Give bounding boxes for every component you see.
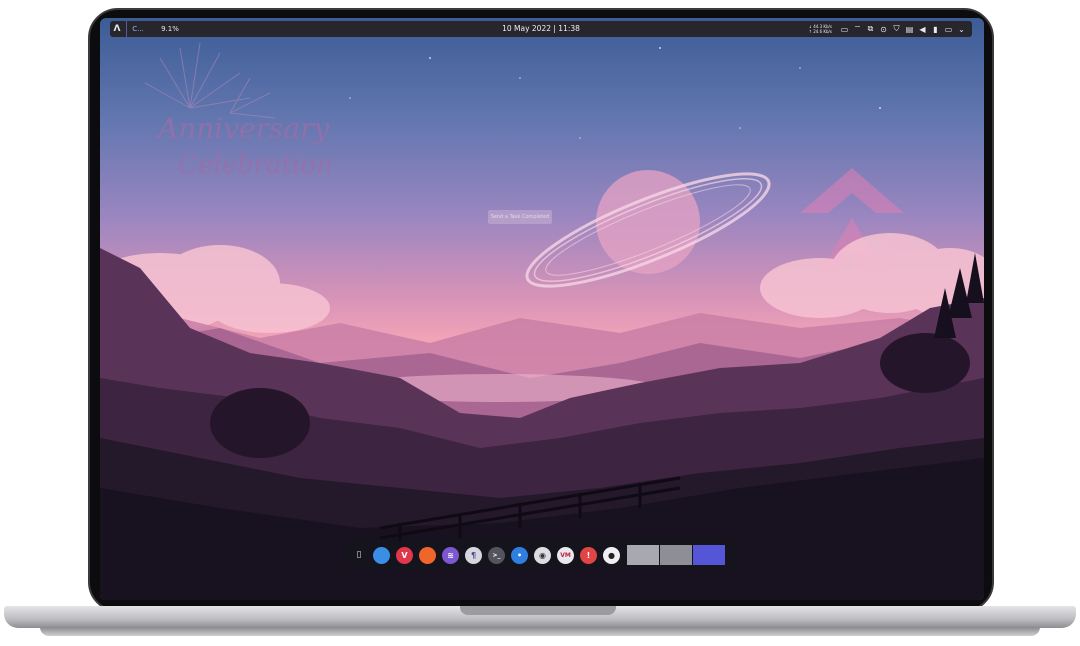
firefox-icon[interactable]	[419, 546, 436, 564]
vivaldi-icon[interactable]: V	[396, 546, 413, 564]
net-up-value: 24.6 Kb/s	[813, 29, 832, 34]
watermark-line1: Anniversary	[158, 112, 330, 145]
network-app-icon[interactable]: ≋	[442, 546, 459, 564]
laptop-notch	[460, 606, 616, 615]
screens-icon[interactable]: ⧉	[866, 24, 876, 34]
workspace-3[interactable]	[693, 545, 725, 565]
clipboard-list-icon[interactable]: ▤	[905, 24, 915, 34]
media-player-icon[interactable]: ◉	[534, 546, 551, 564]
cpu-usage[interactable]: 9.1%	[155, 21, 185, 37]
arch-logo-icon: Λ	[113, 24, 121, 34]
wifi-icon[interactable]: ⌔	[853, 24, 863, 34]
vm-app-icon[interactable]: VM	[557, 546, 574, 564]
wallpaper: Anniversary Celebration Send a Task Comp…	[100, 18, 984, 600]
watermark-line2: Celebration	[178, 150, 333, 180]
battery-icon[interactable]: ▮	[931, 24, 941, 34]
chevron-down-icon[interactable]: ⌄	[957, 24, 967, 34]
faint-tooltip: Send a Task Completed	[488, 210, 552, 224]
workspace-1[interactable]	[627, 545, 659, 565]
overview-icon[interactable]: ▯	[351, 547, 367, 564]
cpu-usage-value: 9.1%	[161, 25, 179, 33]
laptop-base-lip	[40, 627, 1040, 636]
workspace-2[interactable]	[660, 545, 692, 565]
screen: Anniversary Celebration Send a Task Comp…	[100, 18, 984, 600]
python-icon[interactable]: ¶	[465, 546, 482, 564]
discord-app-icon[interactable]: •	[511, 546, 528, 564]
shield-icon[interactable]: ⛉	[892, 24, 902, 34]
top-panel: Λ C... 9.1% 10 May 2022 | 11:38 ↓ 44.3 K…	[110, 21, 972, 37]
record-app-icon[interactable]: ●	[603, 546, 620, 564]
record-icon[interactable]: ⊙	[879, 24, 889, 34]
volume-icon[interactable]: ◀	[918, 24, 928, 34]
launcher-button[interactable]: Λ	[110, 21, 124, 37]
dock: ▯ V ≋ ¶ >_ • ◉ VM ! ●	[344, 541, 738, 569]
settings-app-icon[interactable]: !	[580, 546, 597, 564]
display-icon[interactable]: ▭	[944, 24, 954, 34]
active-window-label: C...	[132, 25, 144, 33]
clipboard-icon[interactable]: ▭	[840, 24, 850, 34]
browser-icon[interactable]	[373, 546, 390, 564]
active-window-button[interactable]: C...	[126, 21, 147, 37]
network-speed[interactable]: ↓ 44.3 Kb/s ↑ 24.6 Kb/s	[809, 21, 832, 37]
terminal-icon[interactable]: >_	[488, 546, 505, 564]
